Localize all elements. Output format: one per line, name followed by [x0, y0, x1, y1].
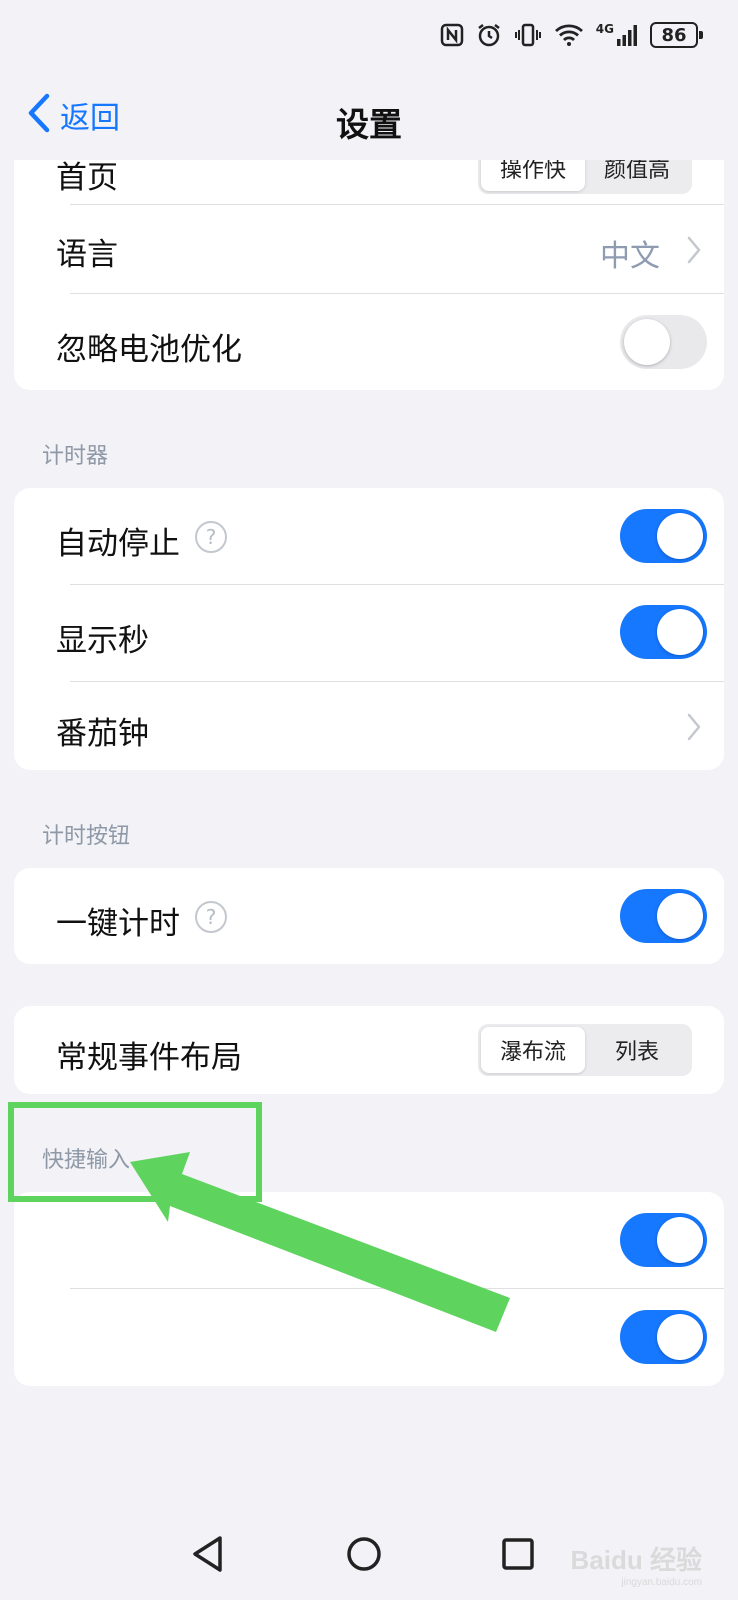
home-row: 首页 操作快 颜值高	[14, 160, 724, 205]
general-settings-card: 首页 操作快 颜值高 语言 中文 忽略电池优化	[14, 160, 724, 390]
timer-settings-card: 自动停止 ? 显示秒 番茄钟	[14, 488, 724, 770]
quick-input-row	[14, 1192, 724, 1288]
language-value: 中文	[600, 239, 660, 274]
toggle-knob	[657, 1217, 703, 1263]
status-icons: 4G 86	[440, 18, 703, 52]
quick-input-card	[14, 1192, 724, 1386]
event-layout-label: 常规事件布局	[56, 1040, 242, 1076]
baidu-watermark: Baidu 经验 jingyan.baidu.com	[571, 1540, 702, 1588]
quick-input-section-title: 快捷输入	[42, 1148, 131, 1173]
chevron-right-icon	[686, 235, 702, 269]
show-seconds-toggle[interactable]	[620, 605, 707, 659]
pomodoro-label: 番茄钟	[56, 716, 149, 752]
home-segment-fast[interactable]: 操作快	[481, 160, 585, 191]
toggle-knob	[657, 513, 703, 559]
event-layout-segment-waterfall[interactable]: 瀑布流	[481, 1027, 585, 1073]
navigation-bar: 返回 设置	[0, 70, 738, 160]
toggle-knob	[624, 319, 670, 365]
toggle-knob	[657, 893, 703, 939]
one-tap-timer-toggle[interactable]	[620, 889, 707, 943]
event-layout-segment-list[interactable]: 列表	[585, 1027, 689, 1073]
home-style-segmented[interactable]: 操作快 颜值高	[478, 160, 692, 194]
network-type-label: 4G	[595, 22, 614, 36]
timer-button-card: 一键计时 ?	[14, 868, 724, 964]
quick-input-row	[14, 1289, 724, 1386]
recents-square-icon[interactable]	[498, 1534, 538, 1578]
home-label: 首页	[56, 160, 118, 196]
help-icon[interactable]: ?	[195, 521, 227, 553]
back-triangle-icon[interactable]	[190, 1534, 226, 1578]
system-navigation-bar: Baidu 经验 jingyan.baidu.com	[0, 1520, 738, 1600]
event-layout-segmented[interactable]: 瀑布流 列表	[478, 1024, 692, 1076]
signal-4g-icon: 4G	[596, 23, 638, 47]
ignore-battery-row: 忽略电池优化	[14, 294, 724, 390]
home-segment-pretty[interactable]: 颜值高	[585, 160, 689, 191]
alarm-icon	[476, 22, 502, 48]
auto-stop-toggle[interactable]	[620, 509, 707, 563]
show-seconds-row: 显示秒	[14, 585, 724, 681]
language-row[interactable]: 语言 中文	[14, 205, 724, 294]
timer-button-section-title: 计时按钮	[42, 824, 131, 849]
nfc-icon	[440, 23, 464, 47]
ignore-battery-label: 忽略电池优化	[56, 332, 242, 368]
quick-input-toggle-2[interactable]	[620, 1310, 707, 1364]
page-title: 设置	[336, 105, 402, 144]
one-tap-timer-label: 一键计时	[56, 906, 180, 942]
help-icon[interactable]: ?	[195, 901, 227, 933]
event-layout-row: 常规事件布局 瀑布流 列表	[14, 1006, 724, 1094]
settings-content[interactable]: 首页 操作快 颜值高 语言 中文 忽略电池优化 计时器 自动停止 ? 显示秒 番…	[0, 160, 738, 1520]
pomodoro-row[interactable]: 番茄钟	[14, 682, 724, 770]
event-layout-card: 常规事件布局 瀑布流 列表	[14, 1006, 724, 1094]
auto-stop-row: 自动停止 ?	[14, 488, 724, 584]
auto-stop-label: 自动停止	[56, 526, 180, 562]
language-label: 语言	[56, 237, 118, 273]
vibrate-icon	[514, 22, 542, 48]
chevron-right-icon	[686, 712, 702, 746]
toggle-knob	[657, 609, 703, 655]
wifi-icon	[554, 23, 584, 47]
timer-section-title: 计时器	[42, 444, 109, 469]
battery-indicator: 86	[650, 22, 703, 48]
show-seconds-label: 显示秒	[56, 623, 149, 659]
ignore-battery-toggle[interactable]	[620, 315, 707, 369]
watermark-sub: jingyan.baidu.com	[621, 1577, 702, 1588]
status-bar: 4G 86	[0, 0, 738, 70]
toggle-knob	[657, 1314, 703, 1360]
one-tap-timer-row: 一键计时 ?	[14, 868, 724, 964]
home-circle-icon[interactable]	[344, 1534, 384, 1578]
watermark-text: Baidu 经验	[570, 1545, 702, 1575]
quick-input-toggle-1[interactable]	[620, 1213, 707, 1267]
